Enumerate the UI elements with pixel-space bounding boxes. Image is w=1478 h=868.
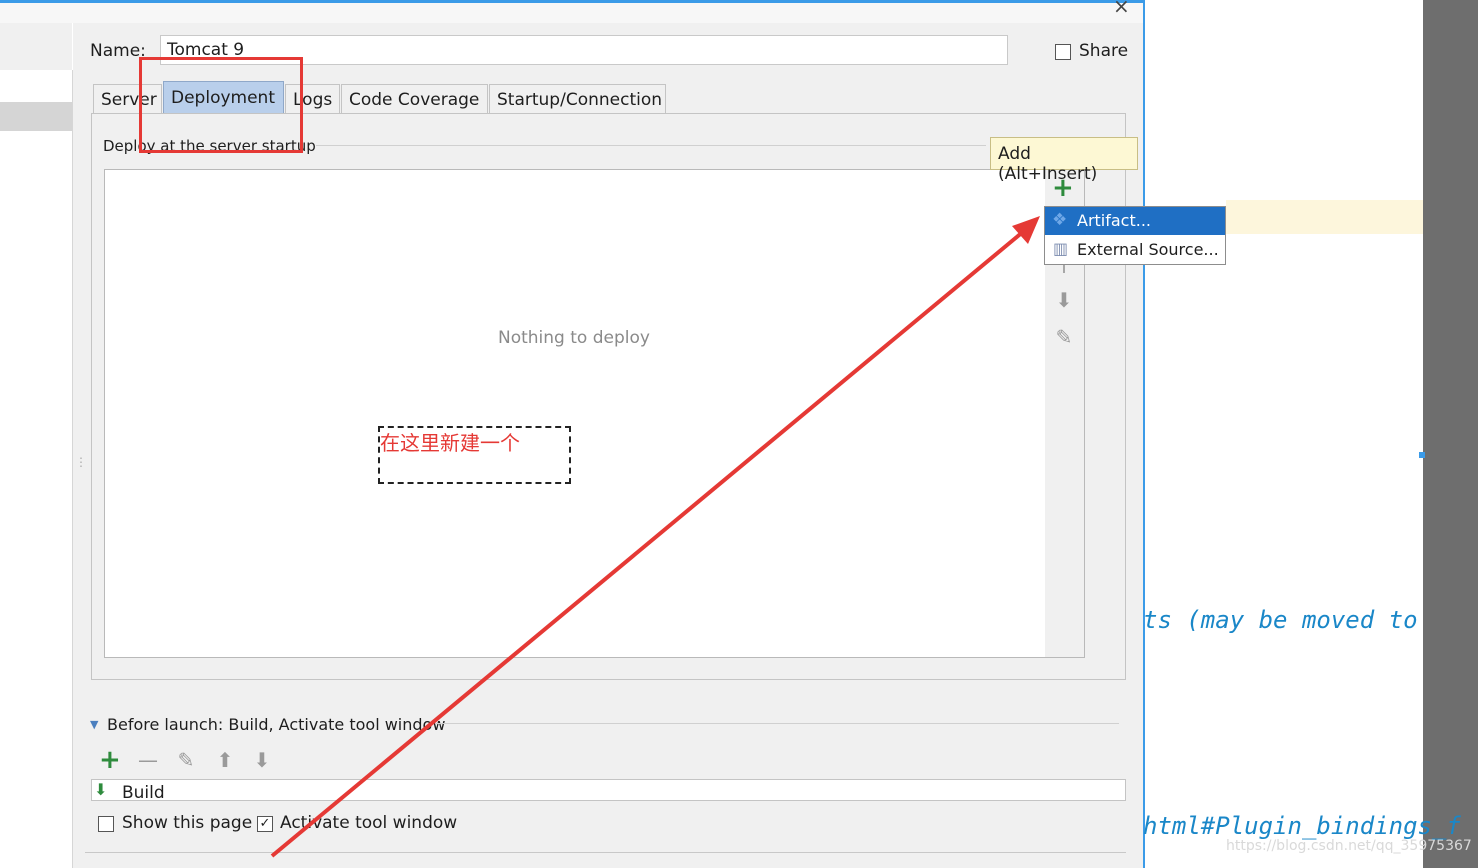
watermark: https://blog.csdn.net/qq_35975367 — [1226, 838, 1472, 854]
annotation-arrow — [270, 216, 1040, 858]
arrow-line — [270, 224, 1032, 858]
